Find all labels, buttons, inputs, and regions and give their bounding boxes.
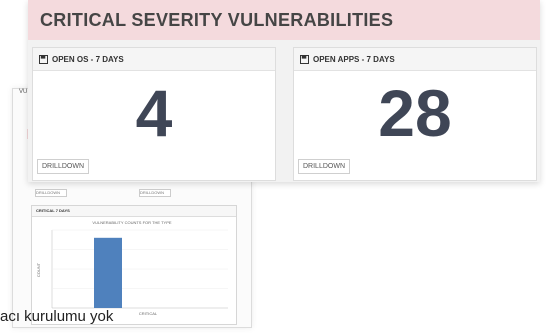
page-title: CRITICAL SEVERITY VULNERABILITIES [40, 10, 394, 30]
zoom-callout: CRITICAL SEVERITY VULNERABILITIES OPEN O… [28, 0, 540, 182]
open-apps-count: 28 [378, 76, 452, 150]
open-os-card: OPEN OS - 7 DAYS 4 DRILLDOWN [32, 47, 276, 181]
open-os-card-header: OPEN OS - 7 DAYS [33, 48, 275, 71]
drilldown-button-apps[interactable]: DRILLDOWN [298, 159, 351, 174]
open-apps-card-header: OPEN APPS - 7 DAYS [294, 48, 536, 71]
open-apps-label: OPEN APPS - 7 DAYS [313, 54, 395, 64]
save-icon [39, 54, 48, 64]
caption-text: acı kurulumu yok [0, 308, 114, 325]
drilldown-button-os[interactable]: DRILLDOWN [37, 159, 90, 174]
critical-header: CRITICAL SEVERITY VULNERABILITIES [28, 0, 540, 40]
save-icon [300, 54, 309, 64]
open-os-count: 4 [135, 76, 173, 150]
open-os-label: OPEN OS - 7 DAYS [52, 54, 124, 64]
open-apps-card: OPEN APPS - 7 DAYS 28 DRILLDOWN [293, 47, 537, 181]
